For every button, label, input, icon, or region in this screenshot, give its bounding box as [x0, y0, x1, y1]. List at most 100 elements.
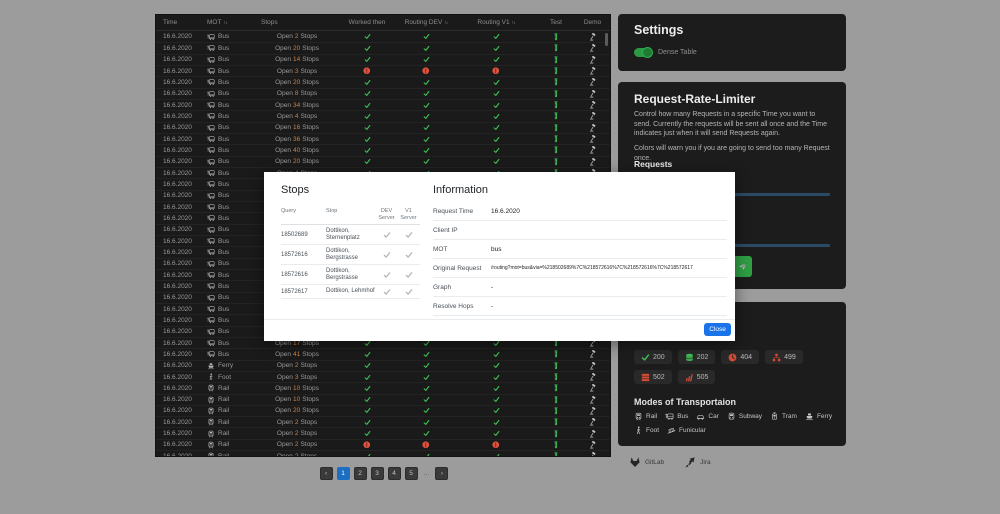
- table-row[interactable]: 16.6.2020FerryOpen2Stops: [156, 360, 610, 371]
- demo-action[interactable]: [576, 67, 609, 75]
- open-stops-link[interactable]: Open3Stops: [256, 68, 338, 75]
- table-row[interactable]: 16.6.2020RailOpen10Stops: [156, 394, 610, 405]
- pagination-page-3[interactable]: 3: [371, 467, 384, 480]
- table-row[interactable]: 16.6.2020RailOpen2Stops: [156, 416, 610, 427]
- table-row[interactable]: 16.6.2020BusOpen34Stops: [156, 99, 610, 110]
- open-stops-link[interactable]: Open4Stops: [256, 113, 338, 120]
- mode-funicular[interactable]: Funicular: [667, 426, 706, 435]
- status-badge-404[interactable]: 404: [721, 350, 759, 364]
- open-stops-link[interactable]: Open20Stops: [256, 45, 338, 52]
- table-row[interactable]: 16.6.2020RailOpen20Stops: [156, 405, 610, 416]
- pagination-page-1[interactable]: 1: [337, 467, 350, 480]
- test-action[interactable]: [536, 33, 576, 41]
- demo-action[interactable]: [576, 418, 609, 426]
- test-action[interactable]: [536, 158, 576, 166]
- test-action[interactable]: [536, 78, 576, 86]
- mode-subway[interactable]: Subway: [727, 412, 762, 421]
- table-row[interactable]: 16.6.2020BusOpen8Stops: [156, 88, 610, 99]
- test-action[interactable]: [536, 384, 576, 392]
- mode-rail[interactable]: Rail: [634, 412, 657, 421]
- table-row[interactable]: 16.6.2020BusOpen36Stops: [156, 133, 610, 144]
- demo-action[interactable]: [576, 384, 609, 392]
- footer-link-jira[interactable]: Jira: [684, 456, 710, 468]
- test-action[interactable]: [536, 124, 576, 132]
- test-action[interactable]: [536, 418, 576, 426]
- table-row[interactable]: 16.6.2020BusOpen16Stops: [156, 122, 610, 133]
- table-row[interactable]: 16.6.2020BusOpen41Stops: [156, 348, 610, 359]
- demo-action[interactable]: [576, 78, 609, 86]
- dense-table-toggle[interactable]: [634, 48, 651, 57]
- demo-action[interactable]: [576, 56, 609, 64]
- mode-ferry[interactable]: Ferry: [805, 412, 832, 421]
- demo-action[interactable]: [576, 90, 609, 98]
- open-stops-link[interactable]: Open2Stops: [256, 419, 338, 426]
- mode-foot[interactable]: Foot: [634, 426, 659, 435]
- demo-action[interactable]: [576, 441, 609, 449]
- table-row[interactable]: 16.6.2020BusOpen20Stops: [156, 156, 610, 167]
- test-action[interactable]: [536, 362, 576, 370]
- open-stops-link[interactable]: Open2Stops: [256, 362, 338, 369]
- test-action[interactable]: [536, 373, 576, 381]
- table-row[interactable]: 16.6.2020RailOpen2Stops: [156, 427, 610, 438]
- demo-action[interactable]: [576, 407, 609, 415]
- table-row[interactable]: 16.6.2020FootOpen3Stops: [156, 371, 610, 382]
- table-row[interactable]: 16.6.2020RailOpen2Stops: [156, 439, 610, 450]
- test-action[interactable]: [536, 350, 576, 358]
- demo-action[interactable]: [576, 373, 609, 381]
- test-action[interactable]: [536, 90, 576, 98]
- mode-tram[interactable]: Tram: [770, 412, 797, 421]
- status-badge-499[interactable]: 499: [765, 350, 803, 364]
- test-action[interactable]: [536, 452, 576, 457]
- pagination-page-2[interactable]: 2: [354, 467, 367, 480]
- test-action[interactable]: [536, 67, 576, 75]
- test-action[interactable]: [536, 135, 576, 143]
- open-stops-link[interactable]: Open3Stops: [256, 374, 338, 381]
- table-row[interactable]: 16.6.2020BusOpen2Stops: [156, 31, 610, 42]
- open-stops-link[interactable]: Open2Stops: [256, 453, 338, 457]
- open-stops-link[interactable]: Open34Stops: [256, 102, 338, 109]
- table-row[interactable]: 16.6.2020BusOpen3Stops: [156, 65, 610, 76]
- open-stops-link[interactable]: Open16Stops: [256, 124, 338, 131]
- table-row[interactable]: 16.6.2020BusOpen20Stops: [156, 76, 610, 87]
- pagination-next[interactable]: ›: [435, 467, 448, 480]
- test-action[interactable]: [536, 101, 576, 109]
- demo-action[interactable]: [576, 146, 609, 154]
- demo-action[interactable]: [576, 452, 609, 457]
- status-badge-202[interactable]: 202: [678, 350, 716, 364]
- close-button[interactable]: Close: [704, 323, 731, 336]
- test-action[interactable]: [536, 146, 576, 154]
- open-stops-link[interactable]: Open20Stops: [256, 407, 338, 414]
- test-action[interactable]: [536, 44, 576, 52]
- open-stops-link[interactable]: Open20Stops: [256, 158, 338, 165]
- pagination-prev[interactable]: ‹: [320, 467, 333, 480]
- open-stops-link[interactable]: Open36Stops: [256, 136, 338, 143]
- table-row[interactable]: 16.6.2020BusOpen20Stops: [156, 42, 610, 53]
- open-stops-link[interactable]: Open8Stops: [256, 90, 338, 97]
- test-action[interactable]: [536, 430, 576, 438]
- status-badge-502[interactable]: 502: [634, 370, 672, 384]
- demo-action[interactable]: [576, 396, 609, 404]
- column-header-routing-dev[interactable]: Routing DEV↑↓: [396, 19, 456, 26]
- table-row[interactable]: 16.6.2020RailOpen10Stops: [156, 382, 610, 393]
- open-stops-link[interactable]: Open2Stops: [256, 441, 338, 448]
- footer-link-gitlab[interactable]: GitLab: [629, 456, 664, 468]
- demo-action[interactable]: [576, 44, 609, 52]
- table-row[interactable]: 16.6.2020BusOpen4Stops: [156, 110, 610, 121]
- demo-action[interactable]: [576, 101, 609, 109]
- open-stops-link[interactable]: Open10Stops: [256, 385, 338, 392]
- pagination-page-5[interactable]: 5: [405, 467, 418, 480]
- test-action[interactable]: [536, 56, 576, 64]
- demo-action[interactable]: [576, 124, 609, 132]
- demo-action[interactable]: [576, 158, 609, 166]
- column-header-routing-v1[interactable]: Routing V1↑↓: [456, 19, 536, 26]
- table-row[interactable]: 16.6.2020BusOpen14Stops: [156, 54, 610, 65]
- open-stops-link[interactable]: Open40Stops: [256, 147, 338, 154]
- mode-bus[interactable]: Bus: [665, 412, 688, 421]
- status-badge-505[interactable]: 505: [678, 370, 716, 384]
- status-badge-200[interactable]: 200: [634, 350, 672, 364]
- test-action[interactable]: [536, 441, 576, 449]
- table-row[interactable]: 16.6.2020BusOpen40Stops: [156, 144, 610, 155]
- mode-car[interactable]: Car: [696, 412, 718, 421]
- demo-action[interactable]: [576, 430, 609, 438]
- test-action[interactable]: [536, 407, 576, 415]
